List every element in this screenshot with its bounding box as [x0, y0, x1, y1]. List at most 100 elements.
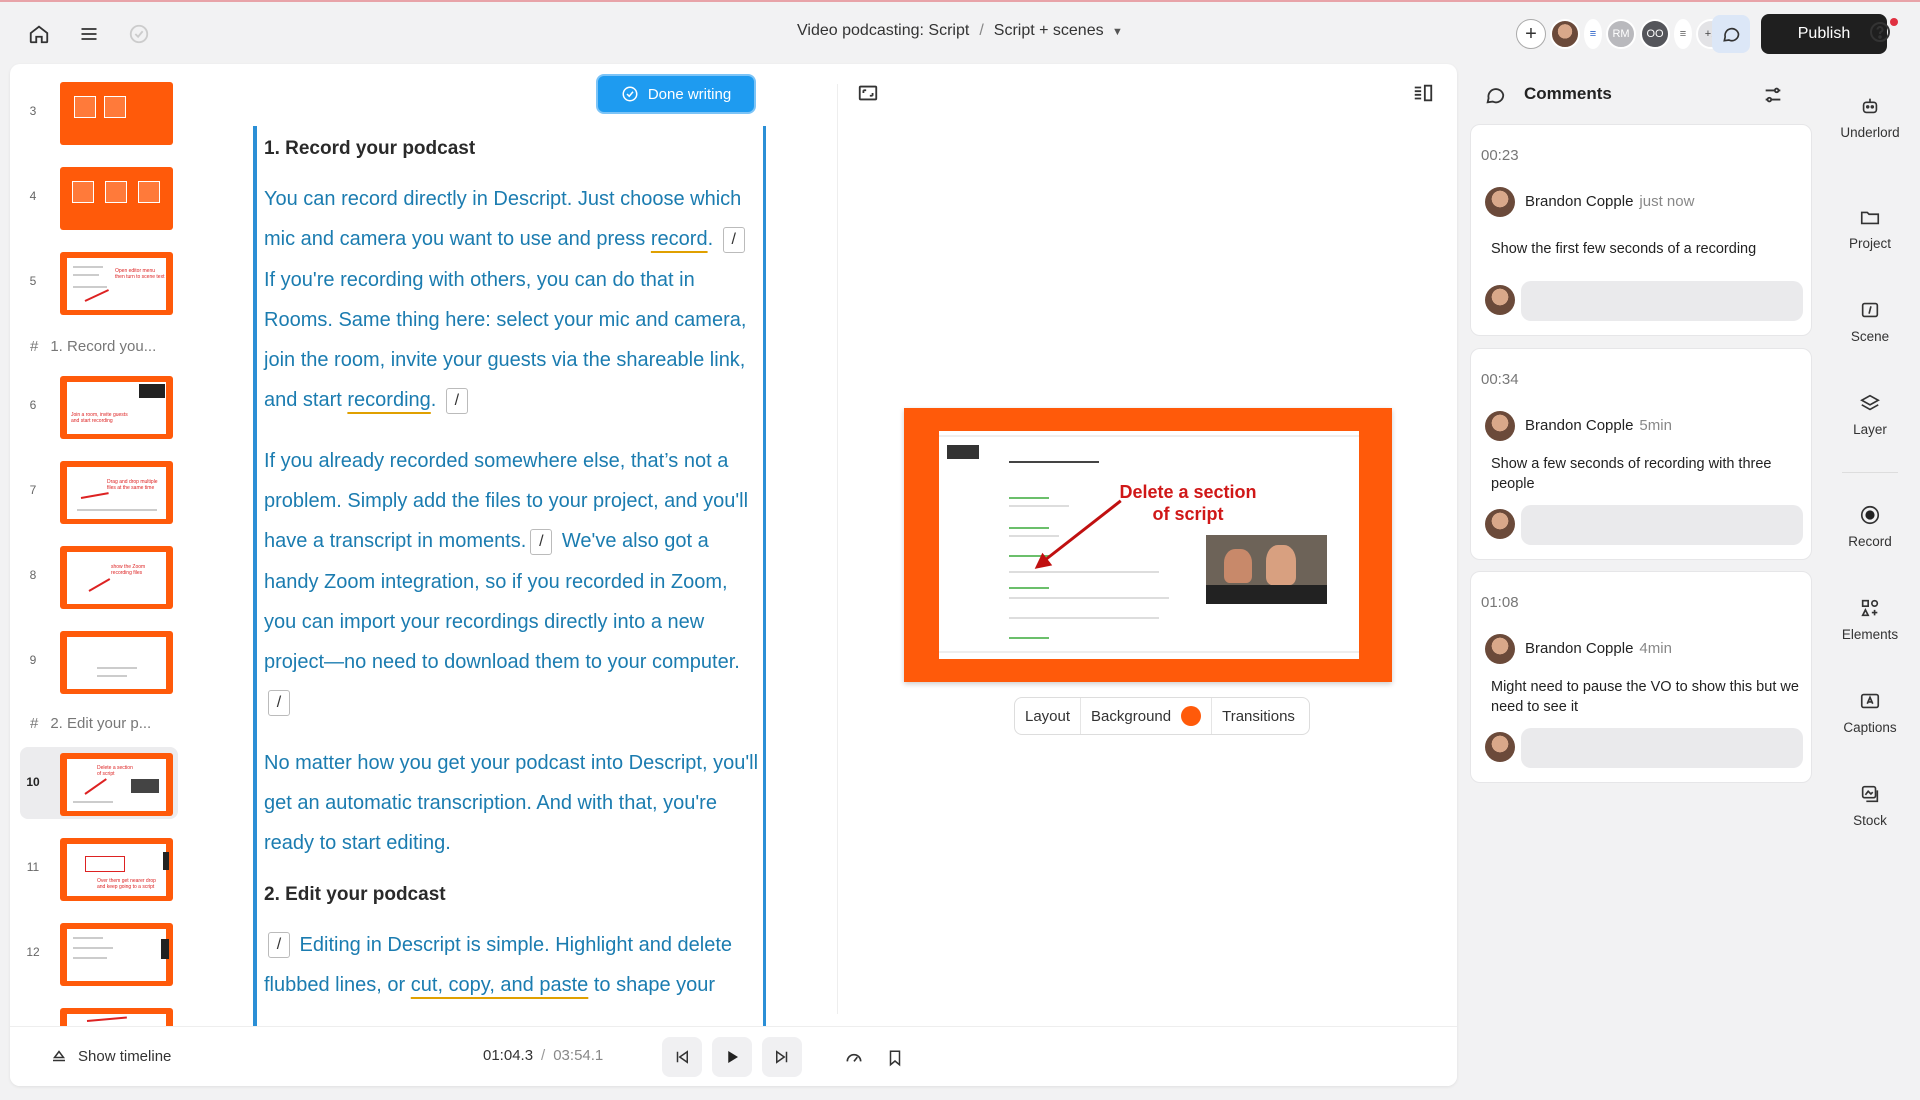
rail-elements[interactable]: Elements [1820, 597, 1920, 642]
breadcrumb-view[interactable]: Script + scenes [994, 22, 1104, 39]
comment-text: Might need to pause the VO to show this … [1491, 679, 1799, 715]
scene-thumb-row[interactable]: 9 [20, 625, 178, 697]
scene-thumbnail[interactable]: Over them get nearer drop and keep going… [60, 838, 173, 901]
show-timeline-button[interactable]: Show timeline [50, 1047, 171, 1065]
scene-thumb-row[interactable] [20, 1002, 178, 1026]
comment-card[interactable]: 00:34 Brandon Copple 5min Show a few seco… [1470, 348, 1812, 560]
script-editor[interactable]: 1. Record your podcast You can record di… [262, 126, 762, 1026]
scene-thumbnail[interactable] [60, 631, 173, 694]
scene-thumb-row-active[interactable]: 10 Delete a section of script [20, 747, 178, 819]
scene-preview [67, 929, 169, 981]
scene-break-marker[interactable]: / [268, 690, 290, 717]
help-icon[interactable] [1868, 18, 1898, 48]
scene-thumbnail[interactable]: Open editor menu then turn to scene text [60, 252, 173, 315]
reply-input[interactable] [1521, 505, 1803, 545]
reply-input[interactable] [1521, 281, 1803, 321]
bookmark-icon[interactable] [882, 1045, 908, 1071]
scene-controls: Layout Background Transitions [1014, 697, 1310, 735]
rail-scene[interactable]: Scene [1820, 299, 1920, 344]
scene-thumbnail[interactable] [60, 167, 173, 230]
layout-toggle-icon[interactable] [1412, 82, 1438, 108]
play-button[interactable] [712, 1037, 752, 1077]
comment-card[interactable]: 01:08 Brandon Copple 4min Might need to p… [1470, 571, 1812, 783]
scene-thumb-row[interactable]: 3 [20, 76, 178, 148]
scene-thumbnail[interactable]: Join a room, invite guests and start rec… [60, 376, 173, 439]
scene-canvas[interactable]: Delete a section of script [904, 408, 1392, 682]
fullscreen-icon[interactable] [857, 82, 883, 108]
scene-thumb-row[interactable]: 11 Over them get nearer drop and keep go… [20, 832, 178, 904]
background-button[interactable]: Background [1081, 698, 1213, 734]
comment-card[interactable]: 00:23 Brandon Copple just now Show the fi… [1470, 124, 1812, 336]
media-link[interactable]: record [651, 228, 708, 250]
avatar [1485, 732, 1515, 762]
scene-thumb-row[interactable]: 4 [20, 161, 178, 233]
script-paragraph[interactable]: You can record directly in Descript. Jus… [264, 179, 762, 421]
list-icon[interactable]: ≡ [1674, 19, 1692, 49]
scene-number: 12 [26, 945, 40, 959]
rail-captions[interactable]: Captions [1820, 690, 1920, 735]
script-paragraph[interactable]: If you already recorded somewhere else, … [264, 441, 762, 723]
scene-thumb-row[interactable]: 6 Join a room, invite guests and start r… [20, 370, 178, 442]
comments-toggle-button[interactable] [1712, 15, 1750, 53]
collaborators: + ≡ RM OO ≡ +1 [1516, 17, 1726, 51]
annotation-arrow [1037, 499, 1122, 567]
skip-back-button[interactable] [662, 1037, 702, 1077]
home-icon[interactable] [25, 20, 53, 48]
section-label[interactable]: #1. Record you... [30, 338, 156, 355]
transitions-button[interactable]: Transitions [1212, 698, 1305, 734]
scene-thumbnail[interactable]: Delete a section of script [60, 753, 173, 816]
section-label[interactable]: #2. Edit your p... [30, 715, 151, 732]
check-circle-icon[interactable] [125, 20, 153, 48]
scene-thumbnail[interactable]: Drag and drop multiple files at the same… [60, 461, 173, 524]
avatar[interactable] [1550, 19, 1580, 49]
comment-timestamp[interactable]: 01:08 [1481, 594, 1519, 611]
scene-thumb-row[interactable]: 12 [20, 917, 178, 989]
done-writing-button[interactable]: Done writing [596, 74, 756, 114]
media-link[interactable]: cut, copy, and paste [411, 974, 589, 996]
media-link[interactable]: recording [347, 389, 430, 411]
panel-divider[interactable] [837, 84, 838, 1014]
scene-break-marker[interactable]: / [722, 227, 745, 254]
section-heading[interactable]: 1. Record your podcast [264, 138, 762, 160]
breadcrumb-project[interactable]: Video podcasting: Script [797, 22, 969, 39]
scene-thumbnail[interactable] [60, 1008, 173, 1026]
reply-input[interactable] [1521, 728, 1803, 768]
scene-thumbnail[interactable] [60, 923, 173, 986]
filter-sliders-icon[interactable] [1762, 84, 1784, 106]
scene-number: 3 [29, 104, 37, 118]
scene-thumb-row[interactable]: 8 show the Zoom recording files [20, 540, 178, 612]
script-paragraph[interactable]: No matter how you get your podcast into … [264, 743, 762, 864]
skip-forward-button[interactable] [762, 1037, 802, 1077]
scene-break-marker[interactable]: / [268, 932, 290, 959]
rail-project[interactable]: Project [1820, 206, 1920, 251]
chevron-down-icon[interactable]: ▼ [1112, 26, 1123, 38]
add-collaborator-button[interactable]: + [1516, 19, 1546, 49]
avatar-rm[interactable]: RM [1606, 19, 1636, 49]
scene-number: 8 [29, 568, 37, 582]
scene-preview [67, 637, 166, 689]
avatar-oo[interactable]: OO [1640, 19, 1670, 49]
video-thumbnail [1206, 535, 1327, 604]
rail-record[interactable]: Record [1820, 504, 1920, 549]
layers-icon [1860, 394, 1880, 411]
speed-icon[interactable] [841, 1045, 867, 1071]
menu-icon[interactable] [75, 20, 103, 48]
rail-layer[interactable]: Layer [1820, 392, 1920, 437]
rail-underlord[interactable]: Underlord [1820, 95, 1920, 140]
comment-timestamp[interactable]: 00:34 [1481, 371, 1519, 388]
scene-thumbnail[interactable] [60, 82, 173, 145]
timecode: 01:04.3/03:54.1 [483, 1047, 604, 1064]
scene-break-marker[interactable]: / [445, 388, 468, 415]
comment-timestamp[interactable]: 00:23 [1481, 147, 1519, 164]
rail-stock[interactable]: Stock [1820, 783, 1920, 828]
editor-card: 3 4 5 Open editor menu then turn to scen… [10, 64, 1457, 1086]
script-paragraph[interactable]: / Editing in Descript is simple. Highlig… [264, 925, 762, 1006]
list-icon[interactable]: ≡ [1584, 19, 1602, 49]
editor-focus-bar-right [763, 126, 766, 1026]
section-heading[interactable]: 2. Edit your podcast [264, 884, 762, 906]
scene-thumbnail[interactable]: show the Zoom recording files [60, 546, 173, 609]
layout-button[interactable]: Layout [1015, 698, 1082, 734]
scene-thumb-row[interactable]: 7 Drag and drop multiple files at the sa… [20, 455, 178, 527]
scene-thumb-row[interactable]: 5 Open editor menu then turn to scene te… [20, 246, 178, 318]
scene-break-marker[interactable]: / [530, 529, 553, 556]
